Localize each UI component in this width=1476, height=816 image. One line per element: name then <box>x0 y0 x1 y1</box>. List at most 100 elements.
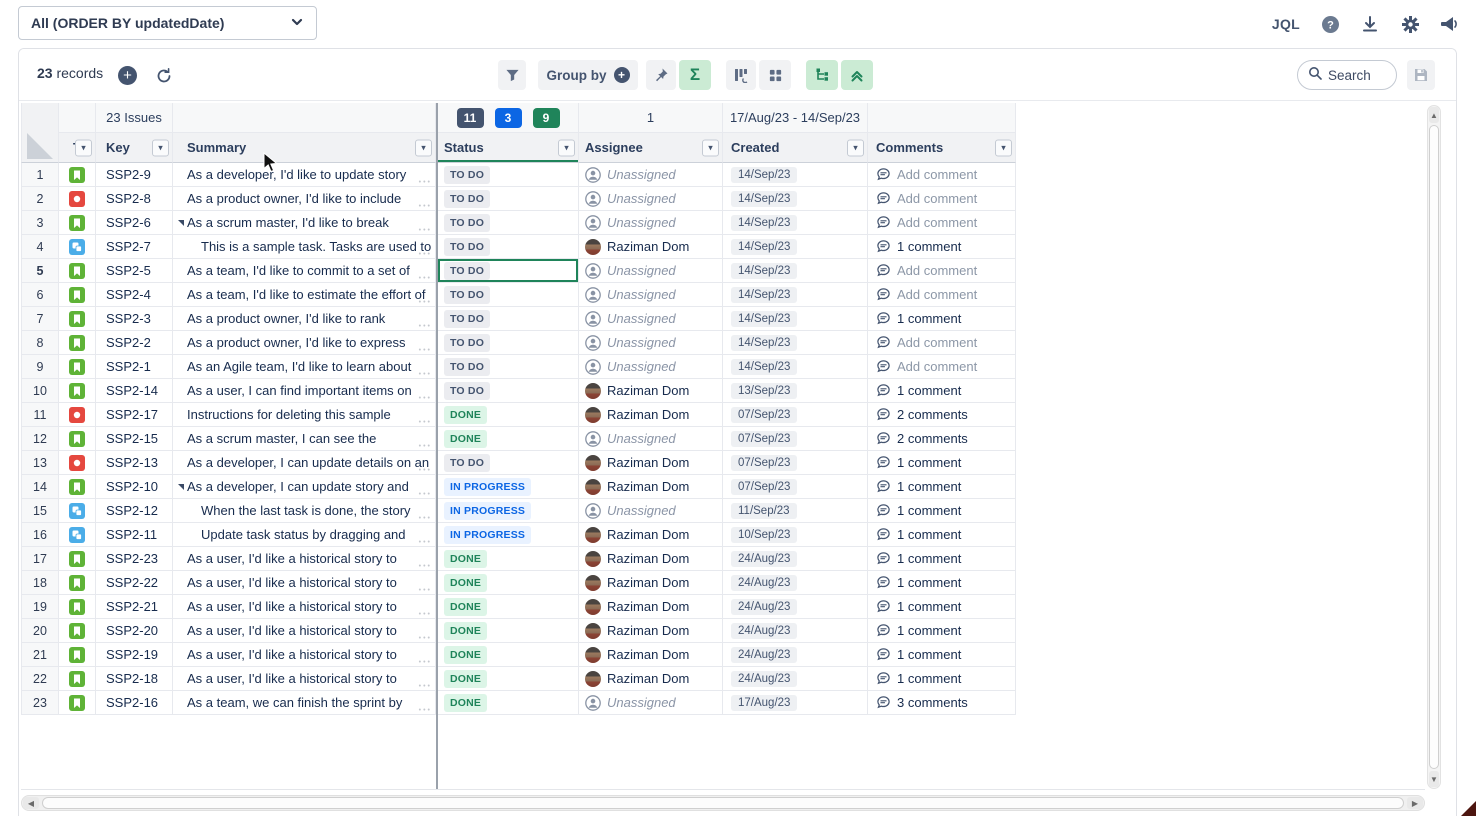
issue-type-cell[interactable] <box>59 379 96 403</box>
created-cell[interactable]: 17/Aug/23 <box>723 691 868 715</box>
status-cell[interactable]: IN PROGRESS <box>438 499 579 523</box>
summary-cell[interactable]: As a developer, I can update details on … <box>173 451 436 475</box>
assignee-cell[interactable]: Unassigned <box>579 283 723 307</box>
header-summary[interactable]: Summary▾ <box>173 133 436 163</box>
filter-dropdown-icon[interactable]: ▾ <box>995 139 1012 156</box>
issue-type-cell[interactable] <box>59 307 96 331</box>
assignee-cell[interactable]: Raziman Dom <box>579 643 723 667</box>
row-number-cell[interactable]: 6 <box>21 283 59 307</box>
summary-cell[interactable]: As a user, I'd like a historical story t… <box>173 547 436 571</box>
comments-cell[interactable]: 1 comment <box>868 595 1016 619</box>
row-number-cell[interactable]: 8 <box>21 331 59 355</box>
comments-cell[interactable]: 1 comment <box>868 571 1016 595</box>
save-button[interactable] <box>1407 60 1435 90</box>
summary-cell[interactable]: As a developer, I can update story and••… <box>173 475 436 499</box>
summary-cell[interactable]: As a scrum master, I can see the••• <box>173 427 436 451</box>
assignee-cell[interactable]: Raziman Dom <box>579 451 723 475</box>
issue-key-cell[interactable]: SSP2-15 <box>96 427 173 451</box>
issue-type-cell[interactable] <box>59 547 96 571</box>
created-cell[interactable]: 11/Sep/23 <box>723 499 868 523</box>
assignee-cell[interactable]: Raziman Dom <box>579 235 723 259</box>
status-cell[interactable]: TO DO <box>438 355 579 379</box>
row-number-cell[interactable]: 2 <box>21 187 59 211</box>
assignee-cell[interactable]: Raziman Dom <box>579 547 723 571</box>
comments-cell[interactable]: 1 comment <box>868 619 1016 643</box>
summary-cell[interactable]: As a team, we can finish the sprint by••… <box>173 691 436 715</box>
filter-dropdown-icon[interactable]: ▾ <box>558 139 575 156</box>
created-cell[interactable]: 24/Aug/23 <box>723 571 868 595</box>
issue-type-cell[interactable] <box>59 163 96 187</box>
status-cell[interactable]: TO DO <box>438 187 579 211</box>
summary-cell[interactable]: As a team, I'd like to commit to a set o… <box>173 259 436 283</box>
comments-cell[interactable]: 1 comment <box>868 523 1016 547</box>
card-view-button[interactable] <box>759 60 791 90</box>
created-cell[interactable]: 13/Sep/23 <box>723 379 868 403</box>
row-number-cell[interactable]: 3 <box>21 211 59 235</box>
assignee-cell[interactable]: Unassigned <box>579 163 723 187</box>
issue-type-cell[interactable] <box>59 403 96 427</box>
comments-cell[interactable]: 1 comment <box>868 475 1016 499</box>
summary-cell[interactable]: As a user, I'd like a historical story t… <box>173 595 436 619</box>
header-type[interactable]: T▾ <box>59 133 96 163</box>
comments-cell[interactable]: Add comment <box>868 259 1016 283</box>
summary-cell[interactable]: As a product owner, I'd like to express•… <box>173 331 436 355</box>
comments-cell[interactable]: Add comment <box>868 211 1016 235</box>
summary-cell[interactable]: As a product owner, I'd like to include•… <box>173 187 436 211</box>
row-number-cell[interactable]: 17 <box>21 547 59 571</box>
summary-cell[interactable]: When the last task is done, the story••• <box>173 499 436 523</box>
status-cell[interactable]: TO DO <box>438 379 579 403</box>
comments-cell[interactable]: 1 comment <box>868 547 1016 571</box>
comments-cell[interactable]: 1 comment <box>868 643 1016 667</box>
row-number-cell[interactable]: 1 <box>21 163 59 187</box>
created-cell[interactable]: 14/Sep/23 <box>723 235 868 259</box>
created-cell[interactable]: 24/Aug/23 <box>723 667 868 691</box>
status-cell[interactable]: DONE <box>438 547 579 571</box>
issue-type-cell[interactable] <box>59 355 96 379</box>
issue-key-cell[interactable]: SSP2-23 <box>96 547 173 571</box>
sum-sigma-button[interactable]: Σ <box>679 60 711 90</box>
comments-cell[interactable]: Add comment <box>868 331 1016 355</box>
status-cell[interactable]: DONE <box>438 643 579 667</box>
summary-cell[interactable]: As a user, I can find important items on… <box>173 379 436 403</box>
summary-cell[interactable]: As a team, I'd like to estimate the effo… <box>173 283 436 307</box>
summary-cell[interactable]: As a user, I'd like a historical story t… <box>173 667 436 691</box>
hierarchy-tree-button[interactable] <box>806 60 838 90</box>
vertical-scrollbar[interactable]: ▲ ▼ <box>1427 105 1441 789</box>
issue-key-cell[interactable]: SSP2-5 <box>96 259 173 283</box>
created-cell[interactable]: 14/Sep/23 <box>723 355 868 379</box>
summary-cell[interactable]: As a user, I'd like a historical story t… <box>173 571 436 595</box>
created-cell[interactable]: 07/Sep/23 <box>723 427 868 451</box>
issue-key-cell[interactable]: SSP2-16 <box>96 691 173 715</box>
created-cell[interactable]: 14/Sep/23 <box>723 211 868 235</box>
status-cell[interactable]: TO DO <box>438 307 579 331</box>
status-cell[interactable]: TO DO <box>438 283 579 307</box>
row-number-cell[interactable]: 5 <box>21 259 59 283</box>
issue-key-cell[interactable]: SSP2-22 <box>96 571 173 595</box>
scroll-right-button[interactable]: ▶ <box>1407 797 1423 809</box>
status-cell[interactable]: TO DO <box>438 211 579 235</box>
issue-key-cell[interactable]: SSP2-8 <box>96 187 173 211</box>
assignee-cell[interactable]: Unassigned <box>579 307 723 331</box>
scroll-down-button[interactable]: ▼ <box>1429 771 1439 787</box>
created-cell[interactable]: 14/Sep/23 <box>723 259 868 283</box>
collapse-expander-icon[interactable] <box>178 484 184 490</box>
header-key[interactable]: Key▾ <box>96 133 173 163</box>
issue-type-cell[interactable] <box>59 499 96 523</box>
issue-key-cell[interactable]: SSP2-14 <box>96 379 173 403</box>
issue-type-cell[interactable] <box>59 595 96 619</box>
comments-cell[interactable]: 1 comment <box>868 379 1016 403</box>
row-number-cell[interactable]: 14 <box>21 475 59 499</box>
assignee-cell[interactable]: Raziman Dom <box>579 571 723 595</box>
row-number-cell[interactable]: 10 <box>21 379 59 403</box>
issue-key-cell[interactable]: SSP2-4 <box>96 283 173 307</box>
filter-dropdown-icon[interactable]: ▾ <box>847 139 864 156</box>
select-all-corner[interactable] <box>21 103 59 163</box>
assignee-cell[interactable]: Raziman Dom <box>579 379 723 403</box>
issue-type-cell[interactable] <box>59 523 96 547</box>
summary-cell[interactable]: As a user, I'd like a historical story t… <box>173 643 436 667</box>
status-cell[interactable]: IN PROGRESS <box>438 523 579 547</box>
collapse-all-button[interactable] <box>841 60 873 90</box>
help-icon[interactable]: ? <box>1320 14 1340 34</box>
horizontal-scrollbar[interactable]: ◀ ▶ <box>21 795 1425 811</box>
refresh-button[interactable] <box>155 67 173 85</box>
